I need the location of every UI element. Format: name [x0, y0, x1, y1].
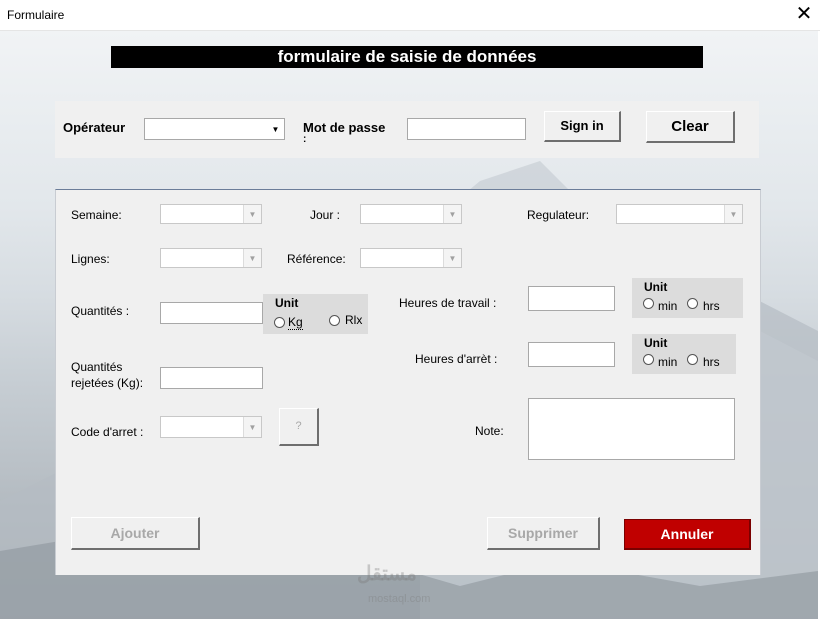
code-arret-help-button[interactable]: ?: [279, 408, 319, 446]
lignes-select[interactable]: ▼: [160, 248, 262, 268]
unit-travail-title: Unit: [644, 280, 668, 294]
clear-button[interactable]: Clear: [646, 111, 735, 143]
heures-travail-label: Heures de travail :: [399, 296, 497, 310]
semaine-select[interactable]: ▼: [160, 204, 262, 224]
regulateur-label: Regulateur:: [527, 208, 590, 222]
reference-label: Référence:: [287, 252, 346, 266]
window-title: Formulaire: [7, 8, 65, 22]
unit-travail-min-label[interactable]: min: [658, 299, 677, 313]
quantites-rejetees-input[interactable]: [160, 367, 263, 389]
jour-label: Jour :: [310, 208, 341, 222]
regulateur-select[interactable]: ▼: [616, 204, 743, 224]
chevron-down-icon[interactable]: ▼: [243, 417, 261, 437]
watermark-url: mostaql.com: [368, 593, 431, 605]
heures-arret-input[interactable]: [528, 342, 615, 367]
code-arret-label: Code d'arret :: [71, 425, 144, 439]
note-label: Note:: [475, 424, 504, 438]
unit-kg-label[interactable]: Kg: [288, 315, 303, 330]
unit-arret-hrs-radio[interactable]: [687, 354, 698, 365]
unit-qty-group: Unit Kg Rlx: [263, 294, 368, 334]
jour-select[interactable]: ▼: [360, 204, 462, 224]
quantites-rejetees-label-line1: Quantités: [71, 360, 123, 374]
password-label-colon: :: [303, 134, 307, 145]
annuler-button[interactable]: Annuler: [624, 519, 751, 550]
watermark-logo: مستقل: [357, 563, 417, 585]
form-header: formulaire de saisie de données: [111, 46, 703, 68]
lignes-label: Lignes:: [71, 252, 110, 266]
data-entry-panel: Semaine: ▼ Jour : ▼ Regulateur: ▼ Lignes…: [55, 189, 761, 575]
unit-kg-radio[interactable]: [274, 317, 285, 328]
close-icon[interactable]: ✕: [793, 3, 815, 25]
operator-label: Opérateur: [63, 120, 126, 135]
sign-in-button[interactable]: Sign in: [544, 111, 621, 142]
unit-arret-group: Unit min hrs: [632, 334, 736, 374]
unit-travail-hrs-radio[interactable]: [687, 298, 698, 309]
chevron-down-icon[interactable]: ▼: [724, 205, 742, 223]
unit-arret-min-radio[interactable]: [643, 354, 654, 365]
login-panel: Opérateur ▼ Mot de passe : Sign in Clear: [55, 101, 759, 158]
chevron-down-icon[interactable]: ▼: [243, 249, 261, 267]
heures-travail-input[interactable]: [528, 286, 615, 311]
quantites-label: Quantités :: [71, 304, 130, 318]
ajouter-button[interactable]: Ajouter: [71, 517, 200, 550]
quantites-input[interactable]: [160, 302, 263, 324]
operator-select[interactable]: ▼: [144, 118, 285, 140]
unit-qty-title: Unit: [275, 296, 299, 310]
form-client-area: formulaire de saisie de données Opérateu…: [0, 31, 818, 619]
chevron-down-icon[interactable]: ▼: [443, 249, 461, 267]
heures-arret-label: Heures d'arrèt :: [415, 352, 498, 366]
note-textarea[interactable]: [528, 398, 735, 460]
chevron-down-icon[interactable]: ▼: [267, 119, 284, 139]
unit-travail-hrs-label[interactable]: hrs: [703, 299, 720, 313]
code-arret-select[interactable]: ▼: [160, 416, 262, 438]
password-label: Mot de passe: [303, 120, 386, 135]
unit-arret-hrs-label[interactable]: hrs: [703, 355, 720, 369]
supprimer-button[interactable]: Supprimer: [487, 517, 600, 550]
quantites-rejetees-label-line2: rejetées (Kg):: [71, 376, 144, 390]
chevron-down-icon[interactable]: ▼: [443, 205, 461, 223]
chevron-down-icon[interactable]: ▼: [243, 205, 261, 223]
unit-arret-title: Unit: [644, 336, 668, 350]
password-input[interactable]: [407, 118, 526, 140]
reference-select[interactable]: ▼: [360, 248, 462, 268]
unit-rlx-radio[interactable]: [329, 315, 340, 326]
title-bar: Formulaire ✕: [0, 0, 820, 31]
unit-travail-min-radio[interactable]: [643, 298, 654, 309]
unit-travail-group: Unit min hrs: [632, 278, 743, 318]
unit-arret-min-label[interactable]: min: [658, 355, 677, 369]
unit-rlx-label[interactable]: Rlx: [345, 313, 362, 327]
semaine-label: Semaine:: [71, 208, 122, 222]
